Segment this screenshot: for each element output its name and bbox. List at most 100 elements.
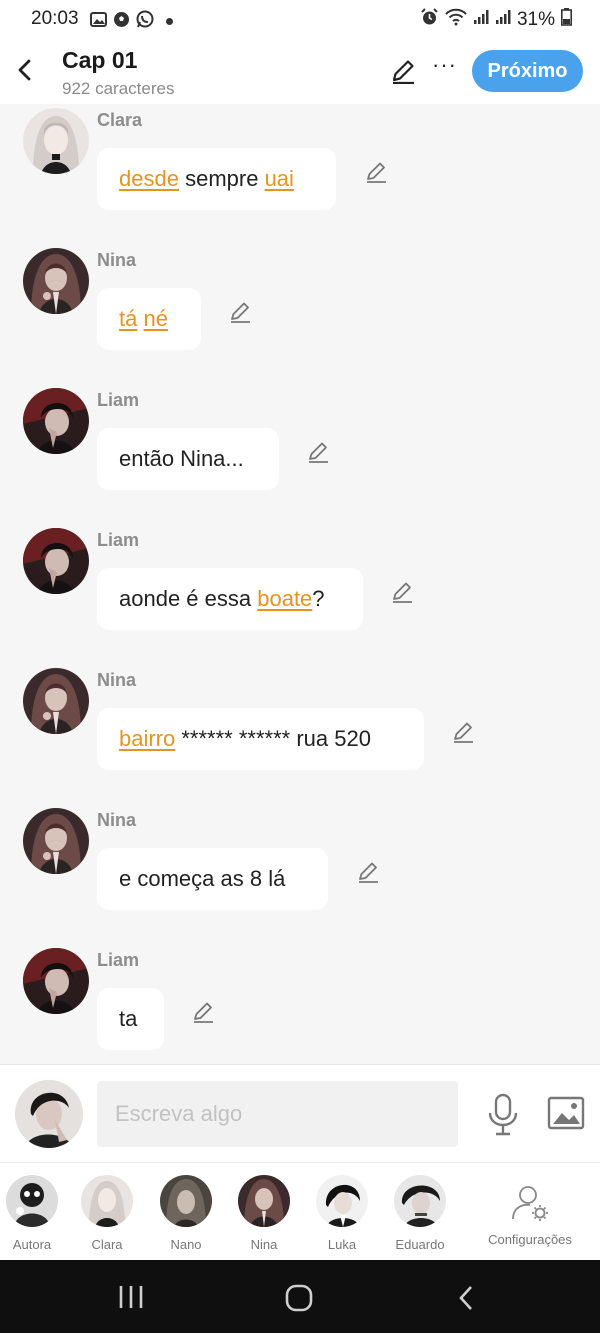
sender-name: Liam (97, 950, 140, 970)
character-selector: Autora Clara Nano Nina Luka Eduardo Conf… (0, 1162, 600, 1260)
edit-pencil-icon[interactable] (452, 720, 476, 744)
avatar[interactable] (23, 108, 89, 174)
recent-apps-icon[interactable] (118, 1284, 144, 1315)
sender-name: Nina (97, 670, 137, 690)
microphone-icon[interactable] (486, 1093, 520, 1137)
character-name: Nano (170, 1237, 202, 1252)
message-item: Nina e começa as 8 lá (0, 768, 600, 910)
chevron-left-icon[interactable] (14, 56, 36, 84)
back-nav-icon[interactable] (456, 1284, 476, 1317)
sender-name: Liam (97, 390, 140, 410)
message-bubble[interactable]: desde sempre uai (97, 148, 336, 210)
sender-name: Nina (97, 810, 137, 830)
message-bubble[interactable]: ta (97, 988, 164, 1050)
message-text-part: ? (312, 586, 325, 611)
edit-pencil-icon[interactable] (307, 440, 331, 464)
highlighted-word[interactable]: né (143, 306, 167, 332)
message-bubble[interactable]: bairro ****** ****** rua 520 (97, 708, 424, 770)
message-text: e começa as 8 lá (119, 866, 286, 891)
avatar[interactable] (23, 948, 89, 1014)
message-list[interactable]: Clara desde sempre uai Nina tá né Liam e… (0, 104, 600, 1064)
highlighted-word[interactable]: boate (257, 586, 312, 612)
message-bubble[interactable]: tá né (97, 288, 201, 350)
avatar[interactable] (23, 248, 89, 314)
whatsapp-icon (136, 10, 154, 33)
battery-icon (561, 8, 572, 32)
message-bubble[interactable]: e começa as 8 lá (97, 848, 328, 910)
avatar (6, 1175, 58, 1227)
avatar (316, 1175, 368, 1227)
character-item-clara[interactable]: Clara (69, 1175, 145, 1252)
character-count: 922 caracteres (62, 79, 175, 98)
message-text-part: aonde é essa (119, 586, 258, 611)
message-item: Clara desde sempre uai (0, 104, 600, 210)
avatar (81, 1175, 133, 1227)
avatar (394, 1175, 446, 1227)
highlighted-word[interactable]: tá (119, 306, 137, 332)
message-item: Liam ta (0, 908, 600, 1050)
sender-name: Nina (97, 250, 137, 270)
sender-name: Liam (97, 530, 140, 550)
message-bubble[interactable]: então Nina... (97, 428, 279, 490)
wifi-icon (445, 8, 467, 32)
message-item: Nina bairro ****** ****** rua 520 (0, 628, 600, 770)
pencil-icon[interactable] (390, 58, 416, 85)
system-icons: 31% (420, 8, 572, 32)
character-name: Clara (91, 1237, 123, 1252)
status-bar: 20:03 31% (0, 0, 600, 40)
edit-pencil-icon[interactable] (357, 860, 381, 884)
notification-icons (90, 10, 173, 33)
image-icon[interactable] (547, 1096, 585, 1130)
message-text-part: sempre (185, 166, 259, 191)
message-bubble[interactable]: aonde é essa boate? (97, 568, 363, 630)
highlighted-word[interactable]: bairro (119, 726, 175, 752)
dot-icon (166, 18, 173, 25)
gallery-icon (90, 11, 107, 32)
message-composer (0, 1064, 600, 1162)
character-name: Eduardo (395, 1237, 445, 1252)
battery-text: 31% (516, 9, 555, 30)
character-name: Luka (327, 1237, 357, 1252)
avatar[interactable] (23, 528, 89, 594)
character-name: Autora (12, 1237, 52, 1252)
status-time: 20:03 (31, 8, 79, 29)
edit-pencil-icon[interactable] (229, 300, 253, 324)
character-settings-button[interactable]: Configurações (484, 1185, 576, 1247)
edit-pencil-icon[interactable] (391, 580, 415, 604)
character-item-nina[interactable]: Nina (226, 1175, 302, 1252)
avatar[interactable] (23, 668, 89, 734)
avatar (160, 1175, 212, 1227)
character-name: Nina (250, 1237, 278, 1252)
signal-icon (495, 9, 511, 31)
message-text: ta (119, 1006, 138, 1031)
character-item-luka[interactable]: Luka (304, 1175, 380, 1252)
soccer-icon (113, 11, 130, 33)
character-item-nano[interactable]: Nano (148, 1175, 224, 1252)
more-options-button[interactable]: ··· (432, 54, 456, 82)
message-item: Liam aonde é essa boate? (0, 488, 600, 630)
message-item: Nina tá né (0, 208, 600, 350)
chapter-header: Cap 01 922 caracteres ··· Próximo (0, 40, 600, 104)
character-item-eduardo[interactable]: Eduardo (382, 1175, 458, 1252)
highlighted-word[interactable]: uai (265, 166, 294, 192)
avatar[interactable] (23, 388, 89, 454)
avatar[interactable] (23, 808, 89, 874)
sender-name: Clara (97, 110, 143, 130)
edit-pencil-icon[interactable] (192, 1000, 216, 1024)
message-text-part: ****** ****** rua 520 (175, 726, 371, 751)
system-navigation-bar (0, 1260, 600, 1333)
chapter-title: Cap 01 (62, 47, 138, 73)
avatar (238, 1175, 290, 1227)
edit-pencil-icon[interactable] (365, 160, 389, 184)
highlighted-word[interactable]: desde (119, 166, 179, 192)
next-button[interactable]: Próximo (472, 50, 583, 92)
settings-label: Configurações (488, 1232, 572, 1247)
character-item-autora[interactable]: Autora (0, 1175, 70, 1252)
user-settings-icon (484, 1185, 576, 1221)
message-item: Liam então Nina... (0, 348, 600, 490)
home-icon[interactable] (285, 1284, 313, 1317)
message-text: então Nina... (119, 446, 244, 471)
selected-character-avatar[interactable] (15, 1080, 83, 1148)
alarm-icon (420, 8, 439, 32)
message-input[interactable] (97, 1081, 458, 1147)
